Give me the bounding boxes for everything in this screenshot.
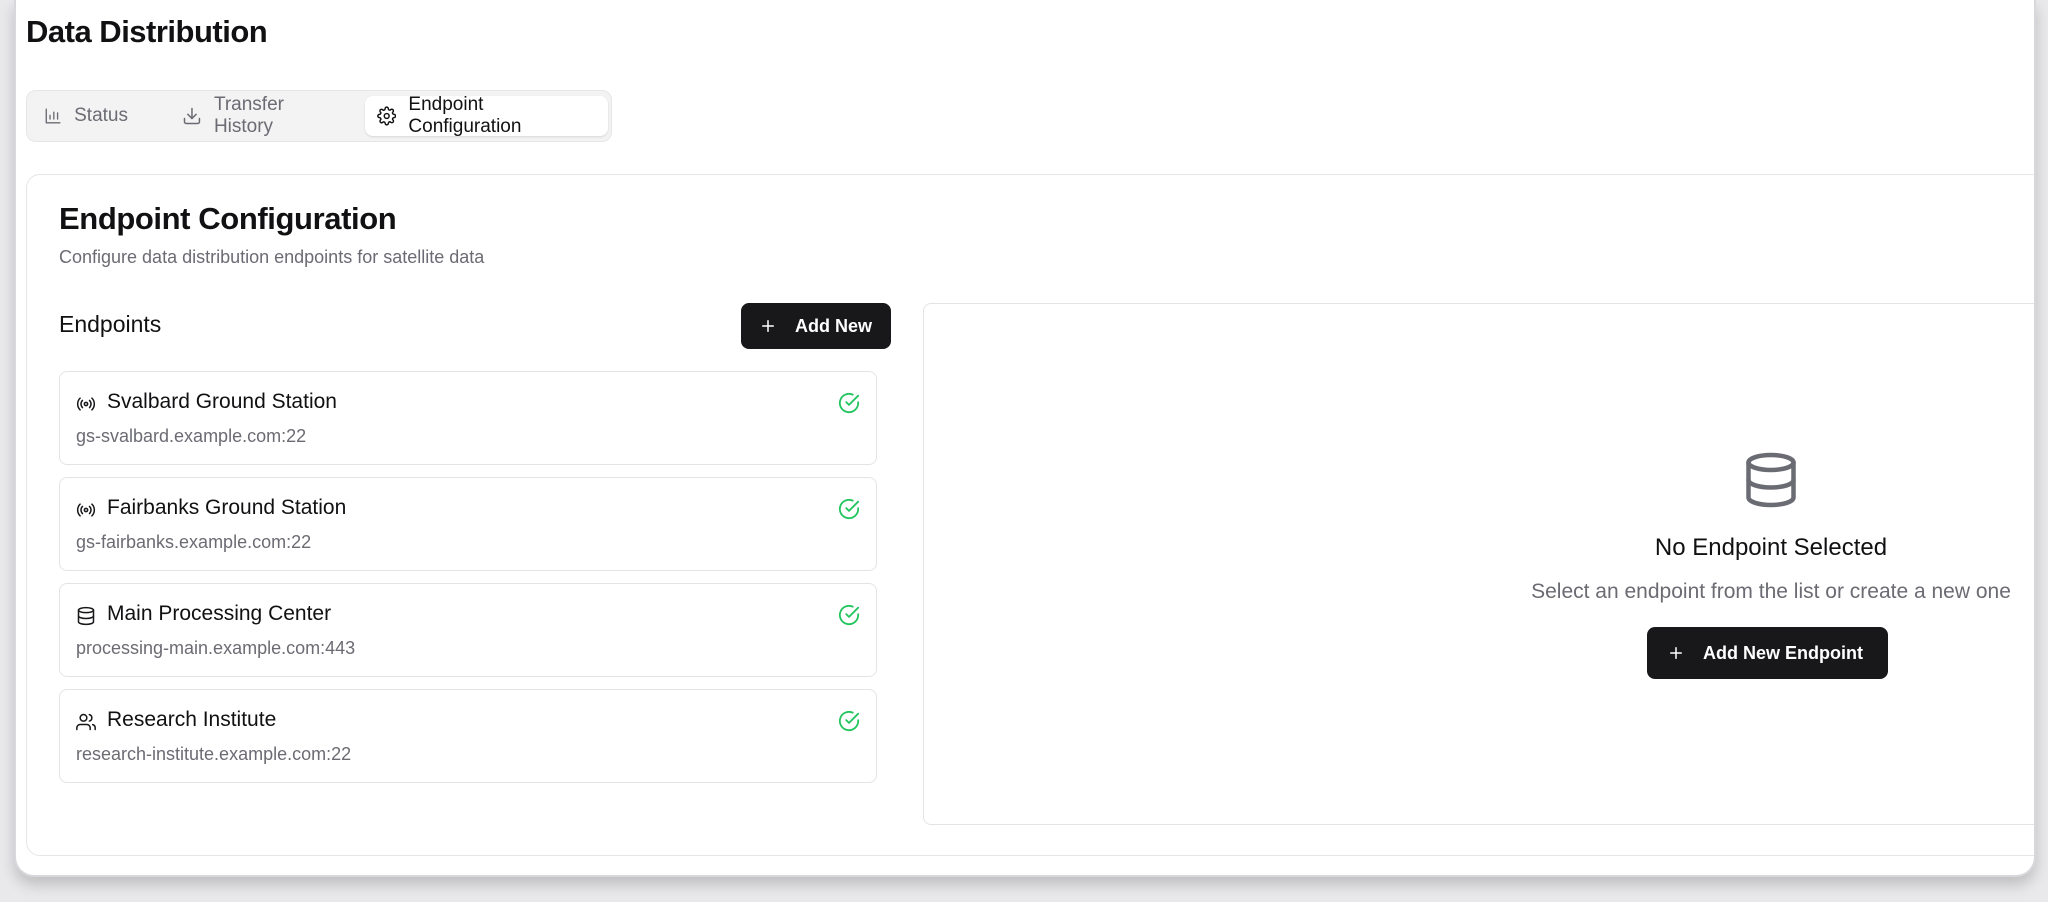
radio-antenna-icon (76, 394, 96, 414)
database-icon (1741, 450, 1801, 510)
endpoint-name: Fairbanks Ground Station (107, 496, 347, 519)
plus-icon (762, 320, 774, 332)
tab-endpoint-configuration-label: Endpoint Configuration (408, 94, 522, 137)
endpoint-host: gs-fairbanks.example.com:22 (76, 532, 312, 552)
tab-bar: Status Transfer History Endpoint Configu… (26, 90, 612, 142)
gear-icon (377, 106, 397, 126)
empty-state-title: No Endpoint Selected (1654, 534, 1888, 561)
users-icon (76, 712, 96, 732)
add-new-endpoint-button[interactable]: Add New Endpoint (1647, 627, 1888, 679)
endpoint-name: Svalbard Ground Station (107, 390, 337, 413)
endpoint-item-main-processing[interactable]: Main Processing Center processing-main.e… (59, 583, 877, 677)
radio-antenna-icon (76, 500, 96, 520)
tab-endpoint-configuration[interactable]: Endpoint Configuration (365, 94, 608, 137)
endpoint-detail-panel: No Endpoint Selected Select an endpoint … (923, 303, 2034, 825)
endpoint-item-svalbard[interactable]: Svalbard Ground Station gs-svalbard.exam… (59, 371, 877, 465)
tab-status[interactable]: Status (32, 96, 140, 136)
endpoint-item-fairbanks[interactable]: Fairbanks Ground Station gs-fairbanks.ex… (59, 477, 877, 571)
bar-chart-icon (45, 108, 61, 124)
empty-state-subtitle: Select an endpoint from the list or crea… (1531, 580, 2011, 603)
check-circle-icon (838, 710, 860, 732)
endpoint-host: processing-main.example.com:443 (76, 638, 356, 658)
endpoint-item-research-institute[interactable]: Research Institute research-institute.ex… (59, 689, 877, 783)
plus-icon (1670, 647, 1682, 659)
check-circle-icon (838, 498, 860, 520)
add-new-label: Add New (795, 315, 873, 336)
section-title: Endpoint Configuration (59, 201, 397, 236)
tab-transfer-history-label: Transfer History (213, 94, 284, 137)
page-title: Data Distribution (26, 14, 268, 49)
endpoint-configuration-card: Endpoint Configuration Configure data di… (26, 174, 2034, 856)
database-icon (76, 606, 96, 626)
download-icon (183, 107, 201, 125)
add-new-endpoint-label: Add New Endpoint (1703, 642, 1863, 663)
endpoint-host: research-institute.example.com:22 (76, 744, 352, 764)
tab-status-label: Status (74, 105, 128, 126)
app-window: Data Distribution Status Transfer Histor… (14, 0, 2036, 877)
tab-transfer-history[interactable]: Transfer History (170, 94, 360, 137)
add-new-button[interactable]: Add New (741, 303, 891, 349)
check-circle-icon (838, 392, 860, 414)
endpoints-heading: Endpoints (59, 311, 162, 337)
check-circle-icon (838, 604, 860, 626)
endpoint-name: Main Processing Center (107, 602, 332, 625)
endpoint-name: Research Institute (107, 708, 277, 731)
endpoint-host: gs-svalbard.example.com:22 (76, 426, 307, 446)
section-subtitle: Configure data distribution endpoints fo… (59, 247, 485, 267)
